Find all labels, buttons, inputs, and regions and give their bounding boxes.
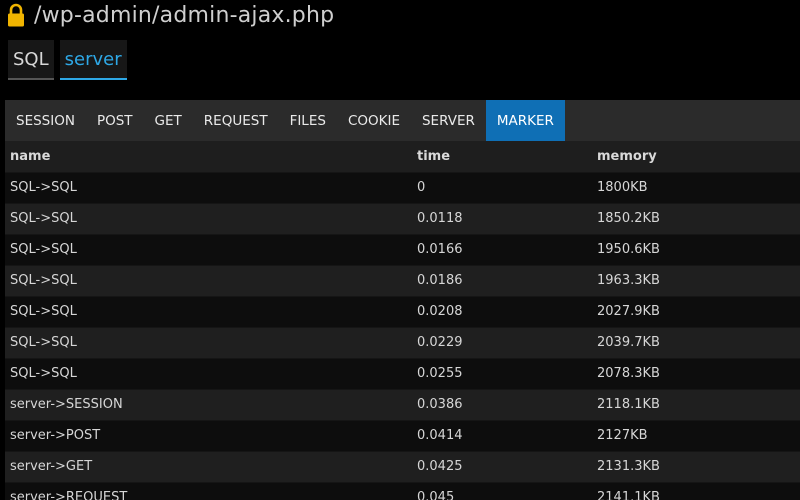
cell-time: 0.0118 [412, 202, 592, 234]
subtab-post[interactable]: POST [86, 100, 144, 141]
cell-name: server->REQUEST [5, 481, 412, 500]
table-body: SQL->SQL 0 1800KB SQL->SQL 0.0118 1850.2KB SQL… [5, 171, 800, 500]
cell-time: 0.0229 [412, 326, 592, 358]
cell-memory: 2078.3KB [592, 357, 800, 389]
cell-name: server->SESSION [5, 388, 412, 420]
column-header-name[interactable]: name [5, 141, 412, 172]
cell-time: 0.0208 [412, 295, 592, 327]
cell-memory: 2039.7KB [592, 326, 800, 358]
table-row: server->POST 0.0414 2127KB [5, 419, 800, 451]
subtab-request[interactable]: REQUEST [193, 100, 279, 141]
tab-sql[interactable]: SQL [8, 40, 54, 80]
top-tabs: SQL server [8, 40, 127, 80]
cell-name: server->GET [5, 450, 412, 482]
table-row: server->REQUEST 0.045 2141.1KB [5, 481, 800, 500]
cell-name: SQL->SQL [5, 326, 412, 358]
cell-memory: 1963.3KB [592, 264, 800, 296]
marker-table-container[interactable]: name time memory SQL->SQL 0 1800KB SQL->SQL 0.… [5, 141, 800, 500]
column-header-memory[interactable]: memory [592, 141, 800, 172]
subtab-get[interactable]: GET [144, 100, 193, 141]
cell-memory: 2027.9KB [592, 295, 800, 327]
cell-time: 0.0414 [412, 419, 592, 451]
cell-memory: 2127KB [592, 419, 800, 451]
url-bar: /wp-admin/admin-ajax.php [6, 0, 334, 30]
marker-table: name time memory SQL->SQL 0 1800KB SQL->SQL 0.… [5, 141, 800, 500]
column-header-time[interactable]: time [412, 141, 592, 172]
subtab-server[interactable]: SERVER [411, 100, 486, 141]
cell-memory: 1950.6KB [592, 233, 800, 265]
cell-name: SQL->SQL [5, 264, 412, 296]
subtab-session[interactable]: SESSION [5, 100, 86, 141]
cell-name: server->POST [5, 419, 412, 451]
cell-name: SQL->SQL [5, 295, 412, 327]
lock-icon [6, 3, 26, 27]
table-row: SQL->SQL 0.0166 1950.6KB [5, 233, 800, 265]
cell-name: SQL->SQL [5, 171, 412, 203]
table-header-row: name time memory [5, 141, 800, 172]
table-row: SQL->SQL 0.0118 1850.2KB [5, 202, 800, 234]
table-row: server->SESSION 0.0386 2118.1KB [5, 388, 800, 420]
cell-memory: 2118.1KB [592, 388, 800, 420]
subtab-cookie[interactable]: COOKIE [337, 100, 411, 141]
cell-name: SQL->SQL [5, 357, 412, 389]
sub-tabs: SESSION POST GET REQUEST FILES COOKIE SERVER MA… [5, 100, 800, 141]
cell-memory: 1800KB [592, 171, 800, 203]
table-row: SQL->SQL 0.0255 2078.3KB [5, 357, 800, 389]
cell-time: 0.0386 [412, 388, 592, 420]
cell-time: 0.0186 [412, 264, 592, 296]
cell-name: SQL->SQL [5, 202, 412, 234]
cell-time: 0.0166 [412, 233, 592, 265]
cell-name: SQL->SQL [5, 233, 412, 265]
cell-time: 0.0255 [412, 357, 592, 389]
table-row: SQL->SQL 0 1800KB [5, 171, 800, 203]
cell-memory: 1850.2KB [592, 202, 800, 234]
cell-memory: 2131.3KB [592, 450, 800, 482]
page: /wp-admin/admin-ajax.php SQL server SESSI… [0, 0, 800, 500]
tab-server[interactable]: server [59, 40, 127, 80]
cell-time: 0 [412, 171, 592, 203]
table-row: SQL->SQL 0.0229 2039.7KB [5, 326, 800, 358]
subtab-marker[interactable]: MARKER [485, 100, 565, 141]
cell-time: 0.0425 [412, 450, 592, 482]
table-row: SQL->SQL 0.0208 2027.9KB [5, 295, 800, 327]
url-text: /wp-admin/admin-ajax.php [34, 2, 335, 28]
cell-time: 0.045 [412, 481, 592, 500]
table-row: server->GET 0.0425 2131.3KB [5, 450, 800, 482]
cell-memory: 2141.1KB [592, 481, 800, 500]
subtab-files[interactable]: FILES [279, 100, 337, 141]
table-row: SQL->SQL 0.0186 1963.3KB [5, 264, 800, 296]
